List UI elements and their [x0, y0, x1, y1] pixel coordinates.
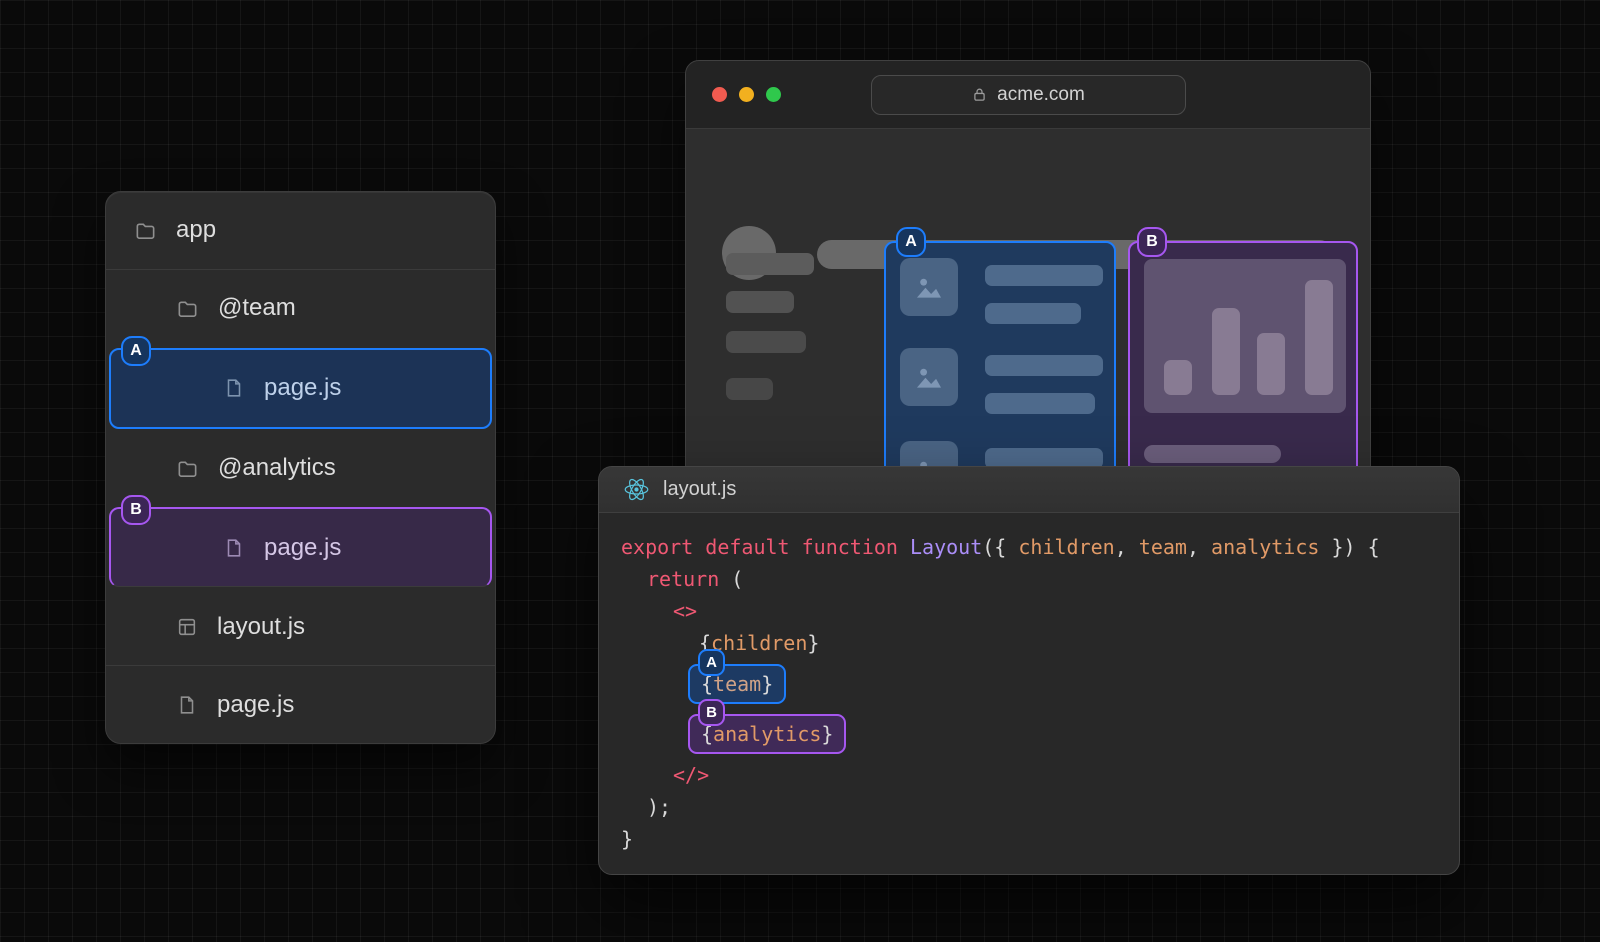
code-token: analytics [713, 722, 821, 746]
slot-badge-A: A [121, 336, 151, 366]
code-token: } [807, 631, 819, 655]
code-line: </> [621, 759, 1459, 791]
slot-highlight-box-B: B{analytics} [688, 714, 846, 754]
image-placeholder-tile [900, 348, 958, 406]
slot-badge-B: B [1137, 227, 1167, 257]
code-line: A{team} [621, 659, 1459, 709]
code-token: ( [719, 567, 743, 591]
layout-icon [176, 616, 198, 638]
file-tree-list: app @team Apage.js @analytics Bpage.js layout… [106, 192, 495, 743]
code-token: } [621, 827, 633, 851]
text-line-placeholder [985, 303, 1081, 324]
code-token: team [713, 672, 761, 696]
tree-item-label: page.js [264, 374, 341, 402]
code-token: analytics [1211, 535, 1319, 559]
nav-bar-placeholder [726, 253, 814, 275]
slot-badge-A: A [896, 227, 926, 257]
folder-icon [176, 297, 199, 320]
image-icon [912, 270, 946, 304]
code-line: B{analytics} [621, 709, 1459, 759]
slot-badge-A: A [698, 649, 725, 676]
code-line: <> [621, 595, 1459, 627]
code-token: ({ [982, 535, 1018, 559]
editor-titlebar[interactable]: layout.js [599, 467, 1459, 513]
minimize-button[interactable] [739, 87, 754, 102]
slot-badge-B: B [121, 495, 151, 525]
code-token: Layout [910, 535, 982, 559]
nav-bar-placeholder [726, 291, 794, 313]
lock-icon [971, 86, 988, 103]
url-bar[interactable]: acme.com [871, 75, 1186, 115]
nav-bar-placeholder [726, 378, 773, 400]
close-button[interactable] [712, 87, 727, 102]
file-icon [223, 537, 245, 559]
maximize-button[interactable] [766, 87, 781, 102]
text-line-placeholder [985, 265, 1103, 286]
chart-bar-placeholder [1305, 280, 1333, 395]
tree-item-label: layout.js [217, 613, 305, 641]
folder-icon [176, 457, 199, 480]
chart-bar-placeholder [1164, 360, 1192, 395]
code-token: <> [673, 599, 697, 623]
tree-item-label: page.js [264, 534, 341, 562]
code-token: , [1115, 535, 1139, 559]
file-icon [223, 377, 245, 399]
chart-bar-placeholder [1212, 308, 1240, 395]
code-line: export default function Layout({ childre… [621, 531, 1459, 563]
code-token: children [711, 631, 807, 655]
code-token: children [1018, 535, 1114, 559]
editor-filename: layout.js [663, 478, 736, 501]
code-token: </> [673, 763, 709, 787]
react-icon [623, 476, 650, 503]
tree-item-page.js[interactable]: Bpage.js [109, 507, 492, 587]
code-token: ); [647, 795, 671, 819]
code-editor-window: layout.js export default function Layout… [598, 466, 1460, 875]
nav-bar-placeholder [726, 331, 806, 353]
text-line-placeholder [985, 355, 1103, 376]
folder-icon [134, 219, 157, 242]
file-icon [176, 694, 198, 716]
tree-item-label: @analytics [218, 454, 336, 482]
url-text: acme.com [997, 84, 1085, 106]
text-line-placeholder [985, 393, 1095, 414]
tree-item-label: app [176, 216, 216, 244]
tree-item-layout.js[interactable]: layout.js [106, 588, 495, 666]
tree-item-app[interactable]: app [106, 192, 495, 270]
window-controls [712, 87, 781, 102]
code-area[interactable]: export default function Layout({ childre… [599, 513, 1459, 855]
tree-item-label: page.js [217, 691, 294, 719]
code-token: return [647, 567, 719, 591]
file-tree-panel: app @team Apage.js @analytics Bpage.js layout… [105, 191, 496, 744]
browser-titlebar[interactable]: acme.com [686, 61, 1370, 129]
code-line: } [621, 823, 1459, 855]
code-line: ); [621, 791, 1459, 823]
tree-item-label: @team [218, 294, 296, 322]
text-line-placeholder [1144, 445, 1281, 463]
code-token: export default function [621, 535, 910, 559]
code-token: }) { [1319, 535, 1379, 559]
tree-item-team[interactable]: @team [106, 270, 495, 347]
code-token: } [761, 672, 773, 696]
image-placeholder-tile [900, 258, 958, 316]
code-line: return ( [621, 563, 1459, 595]
chart-bar-placeholder [1257, 333, 1285, 395]
tree-item-page.js[interactable]: Apage.js [109, 348, 492, 429]
canvas: app @team Apage.js @analytics Bpage.js layout… [0, 0, 1600, 942]
code-token: , [1187, 535, 1211, 559]
tree-item-analytics[interactable]: @analytics [106, 430, 495, 507]
slot-highlight-box-A: A{team} [688, 664, 786, 704]
tree-item-page.js[interactable]: page.js [106, 666, 495, 743]
code-token: } [821, 722, 833, 746]
code-token: team [1139, 535, 1187, 559]
image-icon [912, 360, 946, 394]
chart-placeholder-panel [1144, 259, 1346, 413]
slot-badge-B: B [698, 699, 725, 726]
code-line: {children} [621, 627, 1459, 659]
